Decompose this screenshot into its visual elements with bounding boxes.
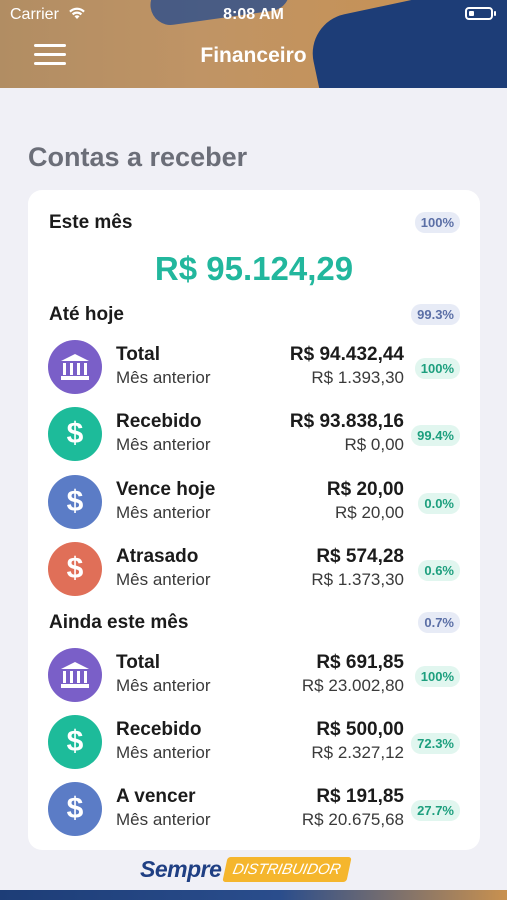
item-pct-badge: 0.0%: [418, 493, 460, 514]
item-value: R$ 20,00: [326, 479, 404, 500]
page-title: Financeiro: [200, 44, 307, 67]
section-title: Contas a receber: [28, 142, 248, 172]
this-month-pct-badge: 100%: [414, 212, 460, 233]
rest-of-month-label: Ainda este mês: [49, 612, 189, 633]
item-pct-badge: 100%: [414, 666, 460, 687]
item-value: R$ 191,85: [316, 786, 404, 807]
bank-icon: [48, 648, 102, 702]
item-previous-value: R$ 20.675,68: [301, 810, 404, 829]
item-subtitle: Mês anterior: [116, 435, 211, 454]
item-pct-badge: 0.6%: [418, 560, 460, 581]
item-previous-value: R$ 1.393,30: [311, 368, 404, 387]
dollar-icon: $: [48, 407, 102, 461]
list-item[interactable]: $ Recebido Mês anterior R$ 93.838,16 R$ …: [48, 405, 460, 463]
this-month-total: R$ 95.124,29: [154, 250, 354, 287]
item-name: Total: [116, 652, 160, 673]
item-name: Total: [116, 344, 160, 365]
item-name: Recebido: [116, 719, 202, 740]
list-item[interactable]: Total Mês anterior R$ 691,85 R$ 23.002,8…: [48, 646, 460, 704]
item-name: A vencer: [116, 786, 196, 807]
item-name: Atrasado: [116, 546, 199, 567]
item-value: R$ 574,28: [316, 546, 404, 567]
item-name: Vence hoje: [116, 479, 216, 500]
until-today-pct-badge: 99.3%: [411, 304, 460, 325]
list-item[interactable]: $ Atrasado Mês anterior R$ 574,28 R$ 1.3…: [48, 540, 460, 598]
item-value: R$ 691,85: [316, 652, 404, 673]
brand-logo: Sempre DISTRIBUIDOR: [140, 854, 352, 884]
bank-icon: [48, 340, 102, 394]
footer-strip: [0, 890, 507, 900]
item-subtitle: Mês anterior: [116, 743, 211, 762]
item-pct-badge: 27.7%: [411, 800, 460, 821]
item-value: R$ 93.838,16: [289, 411, 404, 432]
this-month-label: Este mês: [49, 212, 133, 233]
item-previous-value: R$ 1.373,30: [311, 570, 404, 589]
brand-secondary: DISTRIBUIDOR: [222, 856, 352, 882]
item-subtitle: Mês anterior: [116, 368, 211, 387]
status-bar: Carrier 8:08 AM: [0, 0, 507, 30]
list-item[interactable]: $ Recebido Mês anterior R$ 500,00 R$ 2.3…: [48, 713, 460, 771]
item-subtitle: Mês anterior: [116, 570, 211, 589]
status-time: 8:08 AM: [223, 6, 284, 23]
dollar-icon: $: [48, 782, 102, 836]
dollar-icon: $: [48, 542, 102, 596]
item-previous-value: R$ 0,00: [344, 435, 404, 454]
receivables-card: Este mês 100% R$ 95.124,29 Até hoje 99.3…: [28, 190, 480, 850]
footer: Sempre DISTRIBUIDOR: [0, 850, 507, 900]
rest-of-month-pct-badge: 0.7%: [418, 612, 460, 633]
list-item[interactable]: $ A vencer Mês anterior R$ 191,85 R$ 20.…: [48, 780, 460, 838]
item-previous-value: R$ 23.002,80: [301, 676, 404, 695]
item-name: Recebido: [116, 411, 202, 432]
item-pct-badge: 99.4%: [411, 425, 460, 446]
item-value: R$ 500,00: [316, 719, 404, 740]
item-subtitle: Mês anterior: [116, 503, 211, 522]
item-subtitle: Mês anterior: [116, 676, 211, 695]
rest-of-month-header: Ainda este mês 0.7%: [49, 608, 460, 638]
until-today-label: Até hoje: [49, 304, 124, 325]
item-previous-value: R$ 2.327,12: [311, 743, 404, 762]
brand-primary: Sempre: [140, 855, 222, 882]
item-subtitle: Mês anterior: [116, 810, 211, 829]
dollar-icon: $: [48, 715, 102, 769]
app-header: Carrier 8:08 AM Financeiro: [0, 0, 507, 88]
list-item[interactable]: $ Vence hoje Mês anterior R$ 20,00 R$ 20…: [48, 473, 460, 531]
item-previous-value: R$ 20,00: [335, 503, 404, 522]
battery-icon: [465, 7, 496, 20]
list-item[interactable]: Total Mês anterior R$ 94.432,44 R$ 1.393…: [48, 338, 460, 396]
item-value: R$ 94.432,44: [289, 344, 404, 365]
dollar-icon: $: [48, 475, 102, 529]
item-pct-badge: 72.3%: [411, 733, 460, 754]
this-month-header: Este mês 100%: [49, 208, 460, 238]
item-pct-badge: 100%: [414, 358, 460, 379]
until-today-header: Até hoje 99.3%: [49, 300, 460, 330]
